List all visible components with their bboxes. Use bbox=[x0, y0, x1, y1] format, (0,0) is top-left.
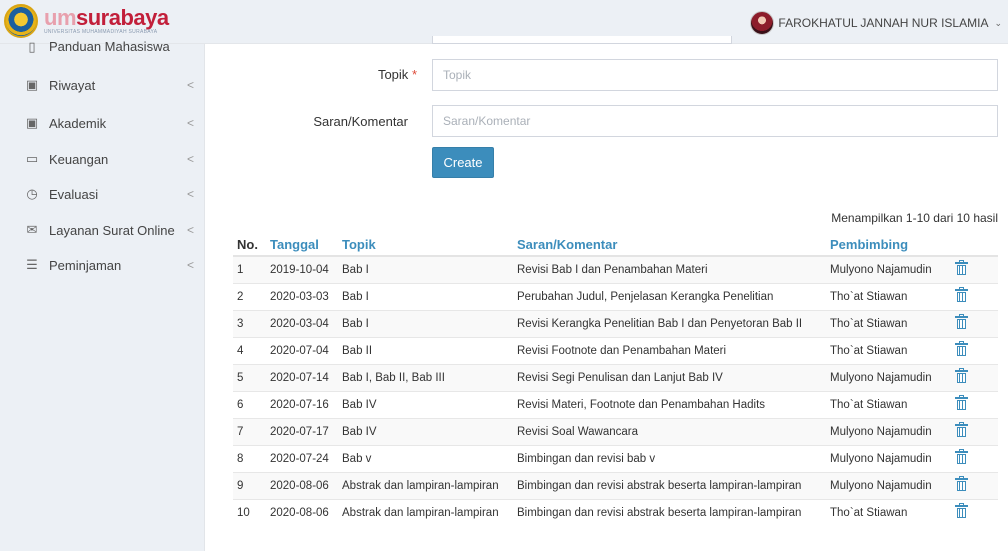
sidebar-item-peminjaman[interactable]: ☰ Peminjaman < bbox=[0, 247, 205, 283]
sidebar-item-label: Riwayat bbox=[49, 77, 96, 93]
column-header-no: No. bbox=[233, 229, 266, 257]
folder-icon: ▭ bbox=[25, 151, 39, 166]
trash-icon[interactable] bbox=[955, 287, 968, 302]
saran-komentar-input[interactable] bbox=[432, 105, 998, 137]
envelope-icon: ✉ bbox=[26, 222, 38, 237]
trash-icon[interactable] bbox=[955, 260, 968, 276]
sidebar: ▯ Panduan Mahasiswa ▣ Riwayat < ▣ Akadem… bbox=[0, 40, 205, 551]
sidebar-item-evaluasi[interactable]: ◷ Evaluasi < bbox=[0, 176, 205, 212]
table-header-row: No. Tanggal Topik Saran/Komentar Pembimb… bbox=[233, 229, 998, 257]
chevron-left-icon: < bbox=[187, 223, 195, 237]
column-header-pembimbing[interactable]: Pembimbing bbox=[826, 229, 951, 257]
brand-prefix: um bbox=[44, 5, 77, 30]
sidebar-item-label: Layanan Surat Online bbox=[49, 222, 175, 238]
sidebar-item-keuangan[interactable]: ▭ Keuangan < bbox=[0, 141, 205, 177]
trash-icon[interactable] bbox=[955, 503, 968, 519]
sidebar-item-label: Keuangan bbox=[49, 151, 109, 167]
topik-label: Topik * bbox=[377, 67, 417, 82]
table-row: 10 2020-08-06 Abstrak dan lampiran-lampira… bbox=[233, 498, 998, 526]
table-row: 9 2020-08-06 Abstrak dan lampiran-lampiran… bbox=[233, 471, 998, 499]
chevron-left-icon: < bbox=[187, 258, 195, 272]
trash-icon[interactable] bbox=[955, 368, 968, 383]
required-mark: * bbox=[411, 67, 417, 82]
column-header-tanggal[interactable]: Tanggal bbox=[266, 229, 338, 257]
create-button[interactable]: Create bbox=[432, 147, 494, 178]
sidebar-item-label: Panduan Mahasiswa bbox=[49, 40, 170, 54]
brand-subtitle: UNIVERSITAS MUHAMMADIYAH SURABAYA bbox=[44, 29, 158, 35]
sidebar-item-akademik[interactable]: ▣ Akademik < bbox=[0, 105, 205, 141]
table-row: 1 2019-10-04 Bab I Revisi Bab I dan Penamba… bbox=[233, 255, 998, 283]
avatar bbox=[750, 11, 775, 35]
chevron-left-icon: < bbox=[187, 116, 195, 130]
chevron-down-icon: ⌄ bbox=[994, 17, 1002, 28]
trash-icon[interactable] bbox=[955, 314, 968, 329]
trash-icon[interactable] bbox=[955, 395, 968, 410]
trash-icon[interactable] bbox=[955, 476, 968, 491]
previous-field-input[interactable] bbox=[432, 36, 732, 44]
table-row: 2 2020-03-03 Bab I Perubahan Judul, Penjela… bbox=[233, 282, 998, 310]
list-icon: ☰ bbox=[26, 257, 38, 272]
table-row: 5 2020-07-14 Bab I, Bab II, Bab III Revisi … bbox=[233, 363, 998, 391]
trash-icon[interactable] bbox=[955, 422, 968, 437]
book-icon: ▯ bbox=[28, 40, 36, 54]
chevron-left-icon: < bbox=[187, 152, 195, 166]
sidebar-item-label: Peminjaman bbox=[49, 257, 122, 273]
sidebar-item-label: Evaluasi bbox=[49, 186, 99, 202]
chevron-left-icon: < bbox=[187, 78, 195, 92]
trash-icon[interactable] bbox=[955, 341, 968, 356]
table-row: 4 2020-07-04 Bab II Revisi Footnote dan Pen… bbox=[233, 336, 998, 364]
trash-icon[interactable] bbox=[955, 449, 968, 464]
saran-komentar-label: Saran/Komentar bbox=[313, 114, 408, 129]
results-summary: Menampilkan 1-10 dari 10 hasil bbox=[831, 211, 998, 225]
sidebar-item-panduan[interactable]: ▯ Panduan Mahasiswa bbox=[0, 40, 205, 54]
sidebar-item-layanan-surat[interactable]: ✉ Layanan Surat Online < bbox=[0, 212, 205, 248]
bimbingan-table: No. Tanggal Topik Saran/Komentar Pembimb… bbox=[233, 229, 998, 526]
table-row: 6 2020-07-16 Bab IV Revisi Materi, Footnote… bbox=[233, 390, 998, 418]
user-name: FAROKHATUL JANNAH NUR ISLAMIA bbox=[778, 16, 989, 30]
sidebar-item-label: Akademik bbox=[49, 115, 107, 131]
brand-logo[interactable]: umsurabaya UNIVERSITAS MUHAMMADIYAH SURA… bbox=[4, 4, 169, 38]
table-row: 3 2020-03-04 Bab I Revisi Kerangka Peneliti… bbox=[233, 309, 998, 337]
topik-input[interactable] bbox=[432, 59, 998, 91]
briefcase-icon: ▣ bbox=[25, 115, 39, 130]
column-header-saran[interactable]: Saran/Komentar bbox=[513, 229, 826, 257]
university-seal-icon bbox=[4, 4, 38, 38]
user-menu[interactable]: FAROKHATUL JANNAH NUR ISLAMIA ⌄ bbox=[750, 11, 1002, 35]
table-row: 7 2020-07-17 Bab IV Revisi Soal Wawancara Mu… bbox=[233, 417, 998, 445]
sidebar-item-riwayat[interactable]: ▣ Riwayat < bbox=[0, 67, 205, 103]
table-row: 8 2020-07-24 Bab v Bimbingan dan revisi bab… bbox=[233, 444, 998, 472]
brand-name: surabaya bbox=[76, 5, 169, 30]
column-header-actions bbox=[951, 229, 998, 257]
briefcase-icon: ▣ bbox=[25, 77, 39, 92]
chevron-left-icon: < bbox=[187, 187, 195, 201]
column-header-topik[interactable]: Topik bbox=[338, 229, 513, 257]
gauge-icon: ◷ bbox=[26, 186, 38, 201]
